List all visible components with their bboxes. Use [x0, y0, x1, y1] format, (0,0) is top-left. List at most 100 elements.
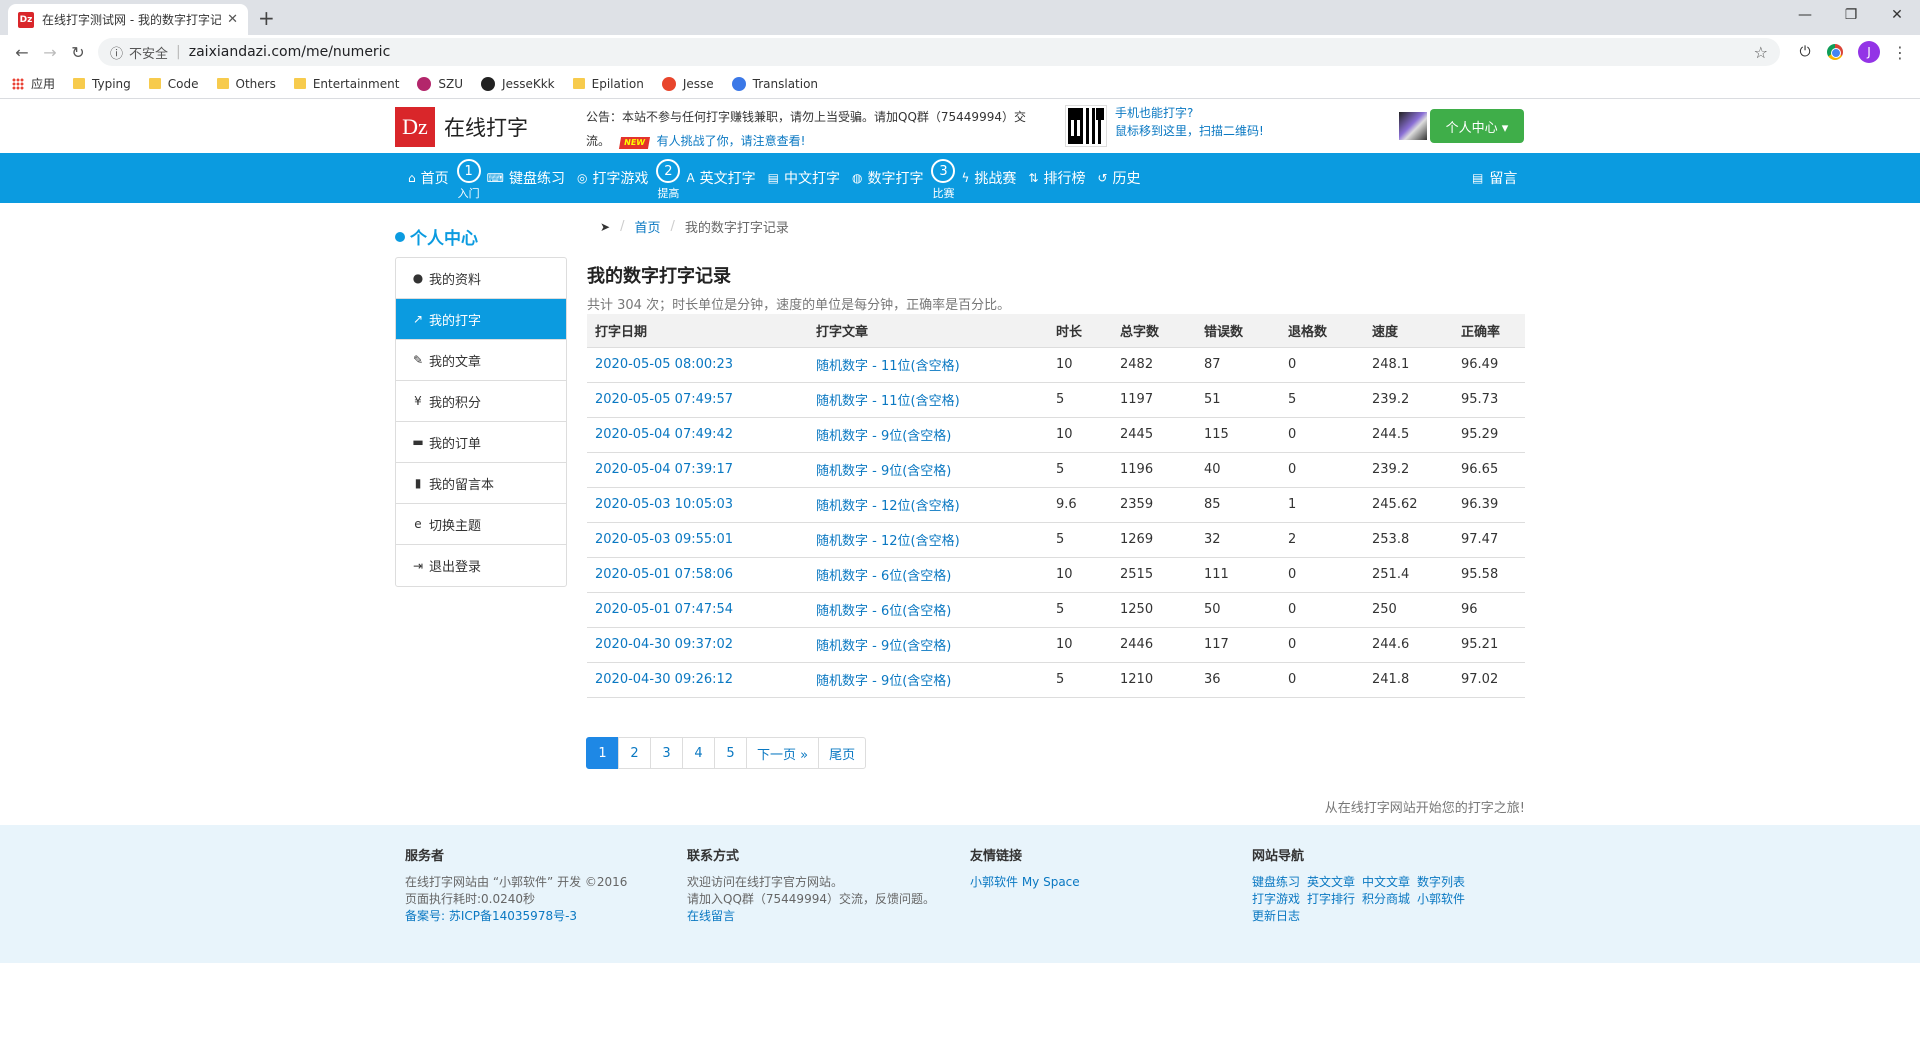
page-button-3[interactable]: 3 [650, 737, 683, 769]
sidebar-item-7[interactable]: e 切换主题 [396, 504, 566, 545]
nav-item-6[interactable]: ▤ 中文打字 [768, 168, 840, 188]
minimize-icon[interactable]: — [1782, 0, 1828, 30]
sidebar-item-3[interactable]: ✎ 我的文章 [396, 340, 566, 381]
footer-nav-link[interactable]: 键盘练习 [1252, 875, 1300, 889]
record-date-link[interactable]: 2020-04-30 09:26:12 [587, 662, 808, 698]
nav-item-7[interactable]: ◍ 数字打字 [852, 168, 923, 188]
user-center-button[interactable]: 个人中心 ▾ [1430, 109, 1524, 143]
footer-nav-link[interactable]: 更新日志 [1252, 909, 1300, 923]
table-cell: 10 [1048, 347, 1112, 383]
browser-tab[interactable]: Dz 在线打字测试网 - 我的数字打字记 ✕ [8, 4, 248, 35]
footer-nav-link[interactable]: 中文文章 [1362, 875, 1410, 889]
record-article-link[interactable]: 随机数字 - 9位(含空格) [808, 627, 1048, 663]
nav-message-link[interactable]: ▤ 留言 [1472, 153, 1517, 203]
record-date-link[interactable]: 2020-05-01 07:58:06 [587, 557, 808, 593]
page-button-6[interactable]: 下一页 » [746, 737, 820, 769]
challenge-link[interactable]: 有人挑战了你，请注意查看! [657, 134, 806, 148]
sidebar-item-4[interactable]: ¥ 我的积分 [396, 381, 566, 422]
page-button-2[interactable]: 2 [618, 737, 651, 769]
record-article-link[interactable]: 随机数字 - 9位(含空格) [808, 417, 1048, 453]
record-article-link[interactable]: 随机数字 - 9位(含空格) [808, 662, 1048, 698]
record-article-link[interactable]: 随机数字 - 6位(含空格) [808, 592, 1048, 628]
tab-close-icon[interactable]: ✕ [227, 12, 238, 27]
record-article-link[interactable]: 随机数字 - 11位(含空格) [808, 382, 1048, 418]
page-button-7[interactable]: 尾页 [818, 737, 867, 769]
record-article-link[interactable]: 随机数字 - 12位(含空格) [808, 522, 1048, 558]
chrome-extension-icon[interactable] [1827, 44, 1843, 60]
profile-avatar[interactable]: J [1858, 41, 1880, 63]
icp-link[interactable]: 备案号: 苏ICP备14035978号-3 [405, 909, 577, 923]
sidebar-item-8[interactable]: ⇥ 退出登录 [396, 545, 566, 586]
nav-item-3[interactable]: ◎ 打字游戏 [577, 168, 648, 188]
bookmark-6[interactable]: SZU [417, 76, 463, 91]
maximize-icon[interactable]: ❐ [1828, 0, 1874, 30]
record-date-link[interactable]: 2020-05-04 07:39:17 [587, 452, 808, 488]
footer-message-link[interactable]: 在线留言 [687, 909, 735, 923]
nav-item-9[interactable]: ϟ 挑战赛 [961, 168, 1016, 188]
bookmark-10[interactable]: Translation [731, 76, 818, 91]
nav-item-0[interactable]: ⌂ 首页 [408, 168, 449, 188]
new-tab-icon[interactable]: + [258, 6, 275, 30]
bookmark-2[interactable]: Typing [73, 77, 131, 91]
record-date-link[interactable]: 2020-05-04 07:49:42 [587, 417, 808, 453]
bookmark-8[interactable]: Epilation [572, 77, 644, 91]
record-date-link[interactable]: 2020-05-01 07:47:54 [587, 592, 808, 628]
footer-nav-link[interactable]: 数字列表 [1417, 875, 1465, 889]
record-article-link[interactable]: 随机数字 - 12位(含空格) [808, 487, 1048, 523]
record-article-link[interactable]: 随机数字 - 9位(含空格) [808, 452, 1048, 488]
bookmark-7[interactable]: JesseKkk [481, 76, 555, 91]
record-date-link[interactable]: 2020-05-05 07:49:57 [587, 382, 808, 418]
nav-item-5[interactable]: A 英文打字 [686, 168, 755, 188]
bookmark-5[interactable]: Entertainment [293, 77, 399, 91]
footer-nav-link[interactable]: 积分商城 [1362, 892, 1410, 906]
url-text[interactable]: zaixiandazi.com/me/numeric [189, 44, 1754, 60]
footer-nav-link[interactable]: 打字排行 [1307, 892, 1355, 906]
bookmark-9[interactable]: Jesse [661, 76, 714, 91]
footer-nav-link[interactable]: 英文文章 [1307, 875, 1355, 889]
page-button-5[interactable]: 5 [714, 737, 747, 769]
forward-icon[interactable]: → [36, 43, 64, 62]
sidebar-item-6[interactable]: ▮ 我的留言本 [396, 463, 566, 504]
back-icon[interactable]: ← [8, 43, 36, 62]
site-logo[interactable]: Dz 在线打字 [395, 107, 528, 147]
power-extension-icon[interactable]: ⏻ [1790, 44, 1820, 60]
record-article-link[interactable]: 随机数字 - 11位(含空格) [808, 347, 1048, 383]
sidebar-title: 个人中心 [395, 224, 478, 249]
window-close-icon[interactable]: ✕ [1874, 0, 1920, 30]
info-icon[interactable]: ⓘ [110, 43, 123, 62]
bookmark-1[interactable]: 应用 [12, 75, 55, 92]
friend-link[interactable]: 小郭软件 My Space [970, 875, 1080, 889]
sidebar-item-1[interactable]: ● 我的资料 [396, 258, 566, 299]
footer-nav-link[interactable]: 打字游戏 [1252, 892, 1300, 906]
bookmark-4[interactable]: Others [216, 77, 276, 91]
bookmark-3[interactable]: Code [148, 77, 199, 91]
breadcrumb-home[interactable]: 首页 [634, 217, 660, 236]
sidebar-item-5[interactable]: ▬ 我的订单 [396, 422, 566, 463]
page-button-1[interactable]: 1 [586, 737, 619, 769]
qr-code[interactable] [1065, 105, 1107, 147]
mobile-tip-line1[interactable]: 手机也能打字? [1115, 104, 1264, 122]
record-date-link[interactable]: 2020-05-03 09:55:01 [587, 522, 808, 558]
omnibox[interactable]: ⓘ 不安全 | zaixiandazi.com/me/numeric ☆ [98, 38, 1780, 66]
main-nav-items: ⌂ 首页 1 入门 ⌨ 键盘练习 ◎ 打字游戏 2 提高 A 英文打字 ▤ 中文打字 ◍ 数字打字 3 比赛 ϟ 挑战… [408, 153, 1153, 203]
record-date-link[interactable]: 2020-05-03 10:05:03 [587, 487, 808, 523]
table-cell: 10 [1048, 557, 1112, 593]
nav-item-2[interactable]: ⌨ 键盘练习 [487, 168, 565, 188]
user-avatar[interactable] [1399, 112, 1427, 140]
browser-menu-icon[interactable]: ⋮ [1888, 43, 1912, 62]
footer-sitenav: 网站导航 键盘练习 英文文章 中文文章 数字列表 打字游戏 打字排行 积分商城 小郭软件 更新日… [1252, 848, 1512, 925]
nav-item-label: 数字打字 [867, 171, 924, 187]
nav-item-11[interactable]: ↺ 历史 [1097, 168, 1140, 188]
sidebar-item-2[interactable]: ↗ 我的打字 [396, 299, 566, 340]
page-button-4[interactable]: 4 [682, 737, 715, 769]
mobile-tip[interactable]: 手机也能打字? 鼠标移到这里，扫描二维码! [1115, 104, 1264, 140]
bookmark-star-icon[interactable]: ☆ [1754, 43, 1768, 62]
record-date-link[interactable]: 2020-04-30 09:37:02 [587, 627, 808, 663]
record-article-link[interactable]: 随机数字 - 6位(含空格) [808, 557, 1048, 593]
mobile-tip-line2[interactable]: 鼠标移到这里，扫描二维码! [1115, 122, 1264, 140]
location-arrow-icon: ➤ [600, 219, 611, 234]
nav-item-10[interactable]: ⇅ 排行榜 [1028, 168, 1085, 188]
reload-icon[interactable]: ↻ [64, 43, 92, 62]
record-date-link[interactable]: 2020-05-05 08:00:23 [587, 347, 808, 383]
footer-nav-link[interactable]: 小郭软件 [1417, 892, 1465, 906]
